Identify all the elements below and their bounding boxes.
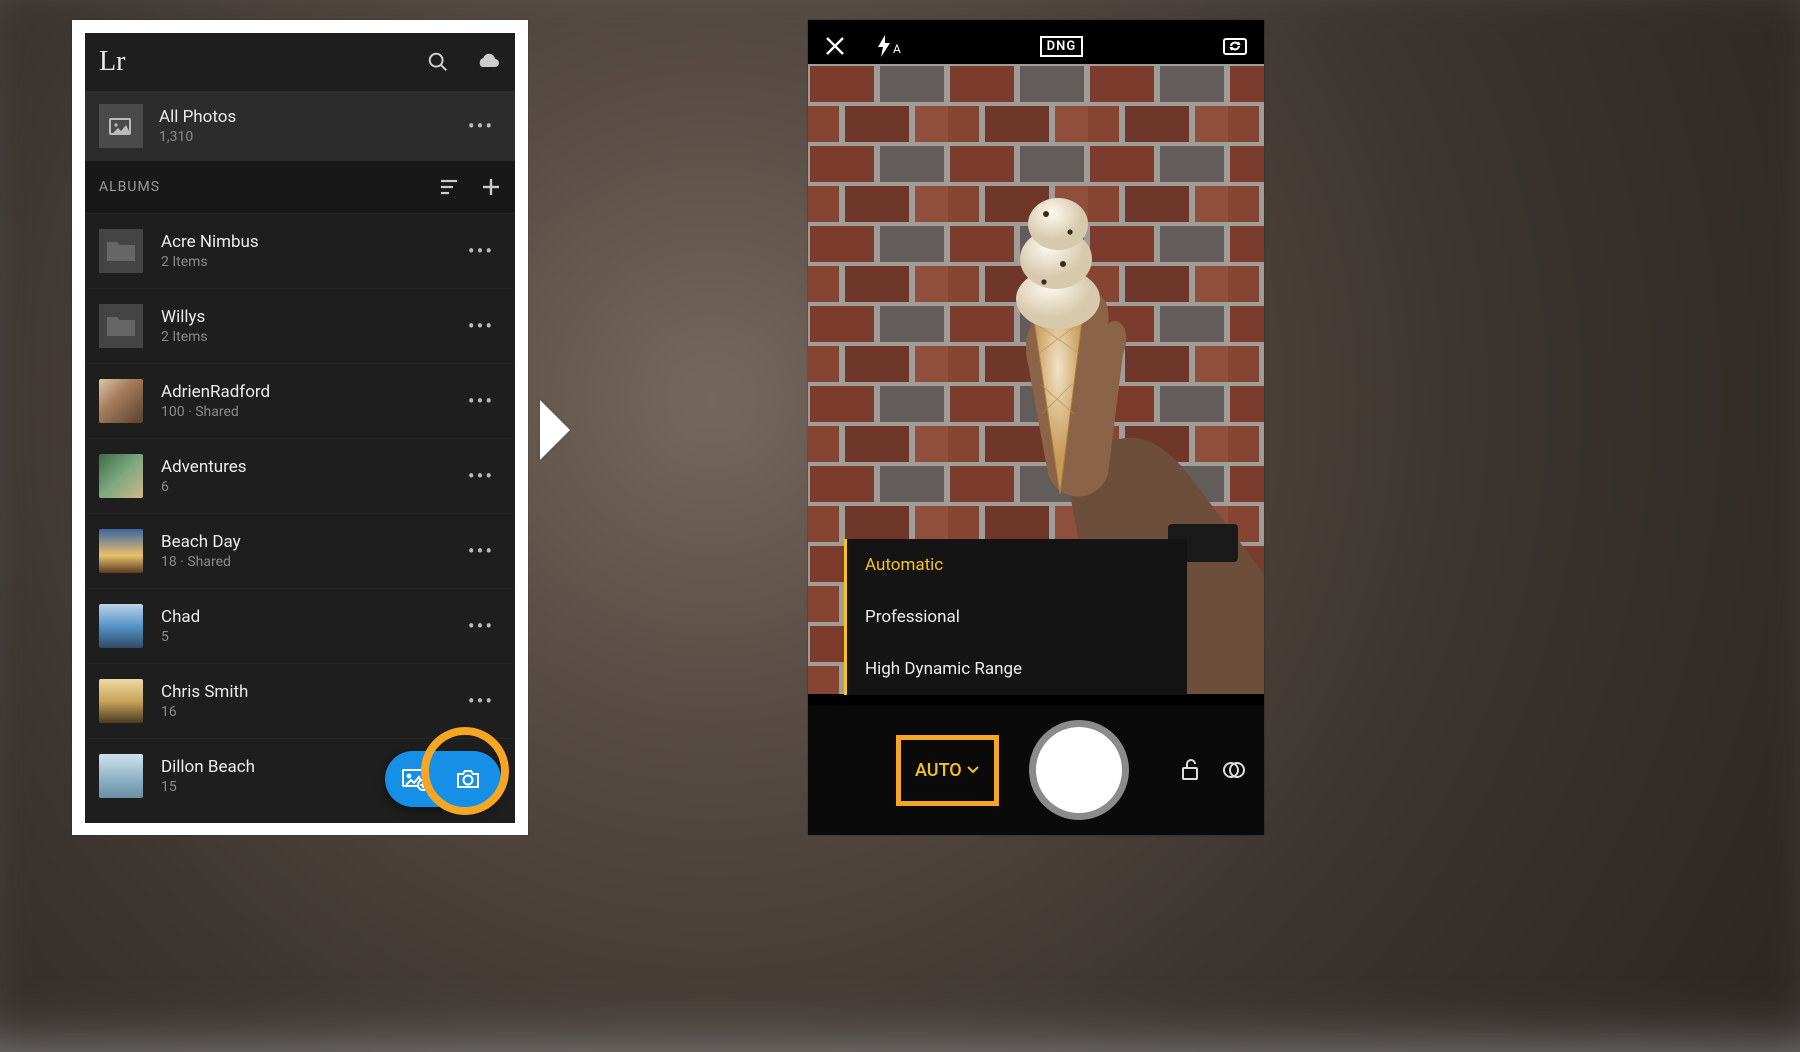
album-name: AdrienRadford xyxy=(161,382,461,402)
search-icon[interactable] xyxy=(427,51,449,73)
folder-sub: 2 Items xyxy=(161,254,461,270)
album-row[interactable]: Adventures 6 ••• xyxy=(85,438,515,513)
album-thumbnail xyxy=(99,604,143,648)
folder-icon xyxy=(99,304,143,348)
album-sub: 16 xyxy=(161,704,461,720)
chevron-down-icon xyxy=(966,765,980,775)
camera-mode-menu[interactable]: Automatic Professional High Dynamic Rang… xyxy=(844,539,1187,695)
camera-launch-button[interactable] xyxy=(445,756,491,802)
album-folder-row[interactable]: Acre Nimbus 2 Items ••• xyxy=(85,213,515,288)
folder-name: Acre Nimbus xyxy=(161,232,461,252)
flash-mode-label: A xyxy=(893,42,901,56)
all-photos-text: All Photos 1,310 xyxy=(159,107,461,145)
album-name: Beach Day xyxy=(161,532,461,552)
album-more-icon[interactable]: ••• xyxy=(461,614,501,638)
topbar-actions xyxy=(427,51,501,73)
all-photos-more-icon[interactable]: ••• xyxy=(461,114,501,138)
format-badge[interactable]: DNG xyxy=(1040,36,1084,57)
close-icon[interactable] xyxy=(824,35,846,57)
all-photos-row[interactable]: All Photos 1,310 ••• xyxy=(85,91,515,161)
camera-mode-option[interactable]: Professional xyxy=(847,591,1187,643)
album-thumbnail xyxy=(99,529,143,573)
folder-sub: 2 Items xyxy=(161,329,461,345)
all-photos-icon xyxy=(99,104,143,148)
camera-mode-button-label: AUTO xyxy=(915,760,962,781)
lock-open-icon[interactable] xyxy=(1180,758,1202,782)
switch-camera-icon[interactable] xyxy=(1222,35,1248,57)
album-name: Adventures xyxy=(161,457,461,477)
camera-bottombar: AUTO xyxy=(808,705,1264,835)
album-row[interactable]: Chad 5 ••• xyxy=(85,588,515,663)
album-row[interactable]: AdrienRadford 100 · Shared ••• xyxy=(85,363,515,438)
album-thumbnail xyxy=(99,754,143,798)
album-sub: 6 xyxy=(161,479,461,495)
library-topbar: Lr xyxy=(85,33,515,91)
sort-icon[interactable] xyxy=(439,178,459,196)
camera-topbar: A DNG xyxy=(808,20,1264,72)
library-screen: Lr All Photos 1,310 ••• ALBUMS xyxy=(85,33,515,823)
camera-mode-option[interactable]: Automatic xyxy=(844,539,1187,591)
album-row[interactable]: Beach Day 18 · Shared ••• xyxy=(85,513,515,588)
album-more-icon[interactable]: ••• xyxy=(461,464,501,488)
album-folder-row[interactable]: Willys 2 Items ••• xyxy=(85,288,515,363)
add-album-icon[interactable] xyxy=(481,177,501,197)
album-more-icon[interactable]: ••• xyxy=(461,389,501,413)
album-name: Chad xyxy=(161,607,461,627)
camera-mode-option[interactable]: High Dynamic Range xyxy=(847,643,1187,695)
album-sub: 100 · Shared xyxy=(161,404,461,420)
albums-section-header: ALBUMS xyxy=(85,161,515,213)
albums-section-label: ALBUMS xyxy=(99,179,160,195)
cloud-sync-icon[interactable] xyxy=(475,51,501,73)
album-list[interactable]: Acre Nimbus 2 Items ••• Willys 2 Items •••… xyxy=(85,213,515,813)
library-panel-frame: Lr All Photos 1,310 ••• ALBUMS xyxy=(72,20,528,835)
album-sub: 5 xyxy=(161,629,461,645)
album-thumbnail xyxy=(99,379,143,423)
album-thumbnail xyxy=(99,454,143,498)
fab-add-photos[interactable] xyxy=(385,751,501,807)
add-photo-icon[interactable] xyxy=(401,767,429,791)
album-more-icon[interactable]: ••• xyxy=(461,689,501,713)
album-thumbnail xyxy=(99,679,143,723)
folder-name: Willys xyxy=(161,307,461,327)
folder-icon xyxy=(99,229,143,273)
filters-icon[interactable] xyxy=(1222,758,1246,782)
all-photos-count: 1,310 xyxy=(159,129,461,145)
app-logo: Lr xyxy=(99,46,125,78)
album-row[interactable]: Chris Smith 16 ••• xyxy=(85,663,515,738)
folder-more-icon[interactable]: ••• xyxy=(461,239,501,263)
step-arrow-icon xyxy=(540,400,570,460)
album-name: Chris Smith xyxy=(161,682,461,702)
camera-screen: A DNG xyxy=(808,20,1264,835)
camera-mode-button[interactable]: AUTO xyxy=(896,735,999,806)
folder-more-icon[interactable]: ••• xyxy=(461,314,501,338)
shutter-button[interactable] xyxy=(1029,720,1129,820)
flash-auto-icon[interactable]: A xyxy=(876,34,901,58)
album-sub: 18 · Shared xyxy=(161,554,461,570)
all-photos-title: All Photos xyxy=(159,107,461,127)
album-more-icon[interactable]: ••• xyxy=(461,539,501,563)
